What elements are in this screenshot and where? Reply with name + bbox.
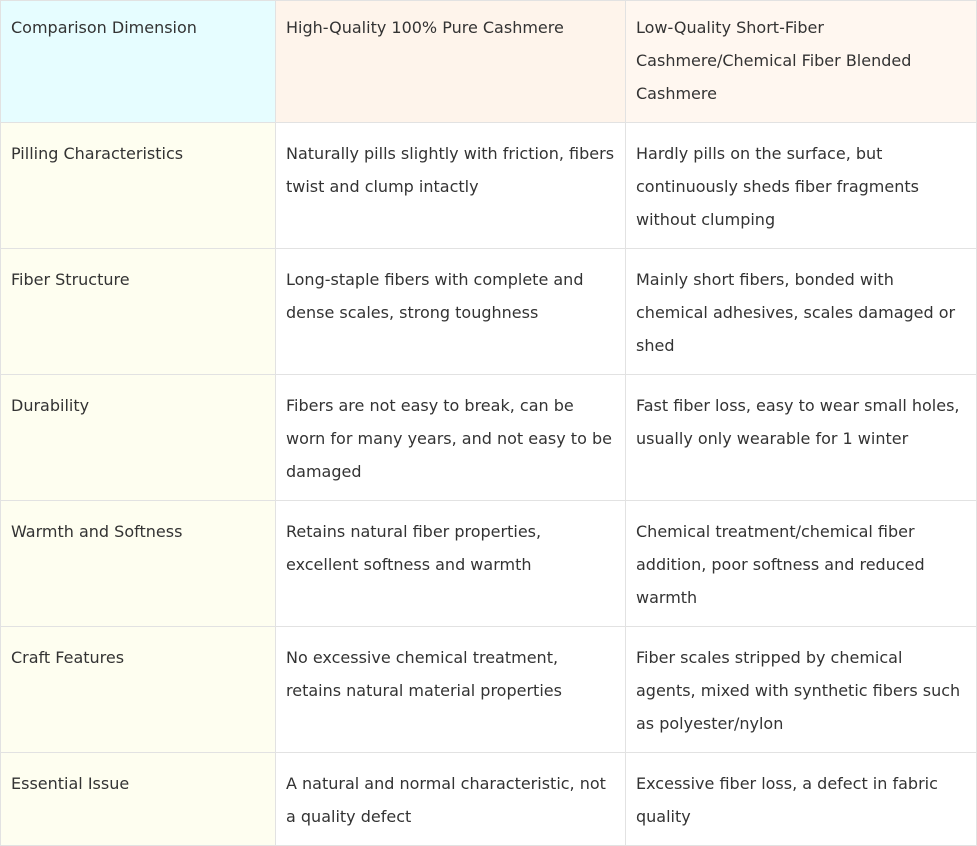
dimension-cell: Craft Features [0,626,276,753]
header-high-quality: High-Quality 100% Pure Cashmere [275,0,626,123]
low-quality-cell: Hardly pills on the surface, but continu… [625,122,977,249]
dimension-cell: Essential Issue [0,752,276,846]
header-row: Comparison Dimension High-Quality 100% P… [0,0,977,123]
dimension-cell: Warmth and Softness [0,500,276,627]
low-quality-cell: Mainly short fibers, bonded with chemica… [625,248,977,375]
header-low-quality: Low-Quality Short-Fiber Cashmere/Chemica… [625,0,977,123]
low-quality-cell: Fiber scales stripped by chemical agents… [625,626,977,753]
low-quality-cell: Chemical treatment/chemical fiber additi… [625,500,977,627]
high-quality-cell: No excessive chemical treatment, retains… [275,626,626,753]
table-row: Warmth and Softness Retains natural fibe… [0,500,977,627]
table-row: Fiber Structure Long-staple fibers with … [0,248,977,375]
table-row: Durability Fibers are not easy to break,… [0,374,977,501]
high-quality-cell: A natural and normal characteristic, not… [275,752,626,846]
table-header: Comparison Dimension High-Quality 100% P… [0,0,977,123]
low-quality-cell: Fast fiber loss, easy to wear small hole… [625,374,977,501]
table-row: Craft Features No excessive chemical tre… [0,626,977,753]
dimension-cell: Durability [0,374,276,501]
low-quality-cell: Excessive fiber loss, a defect in fabric… [625,752,977,846]
dimension-cell: Fiber Structure [0,248,276,375]
high-quality-cell: Fibers are not easy to break, can be wor… [275,374,626,501]
header-dimension: Comparison Dimension [0,0,276,123]
high-quality-cell: Retains natural fiber properties, excell… [275,500,626,627]
comparison-table: Comparison Dimension High-Quality 100% P… [0,0,977,846]
high-quality-cell: Naturally pills slightly with friction, … [275,122,626,249]
dimension-cell: Pilling Characteristics [0,122,276,249]
table-row: Pilling Characteristics Naturally pills … [0,122,977,249]
table-body: Pilling Characteristics Naturally pills … [0,122,977,846]
table-row: Essential Issue A natural and normal cha… [0,752,977,846]
high-quality-cell: Long-staple fibers with complete and den… [275,248,626,375]
